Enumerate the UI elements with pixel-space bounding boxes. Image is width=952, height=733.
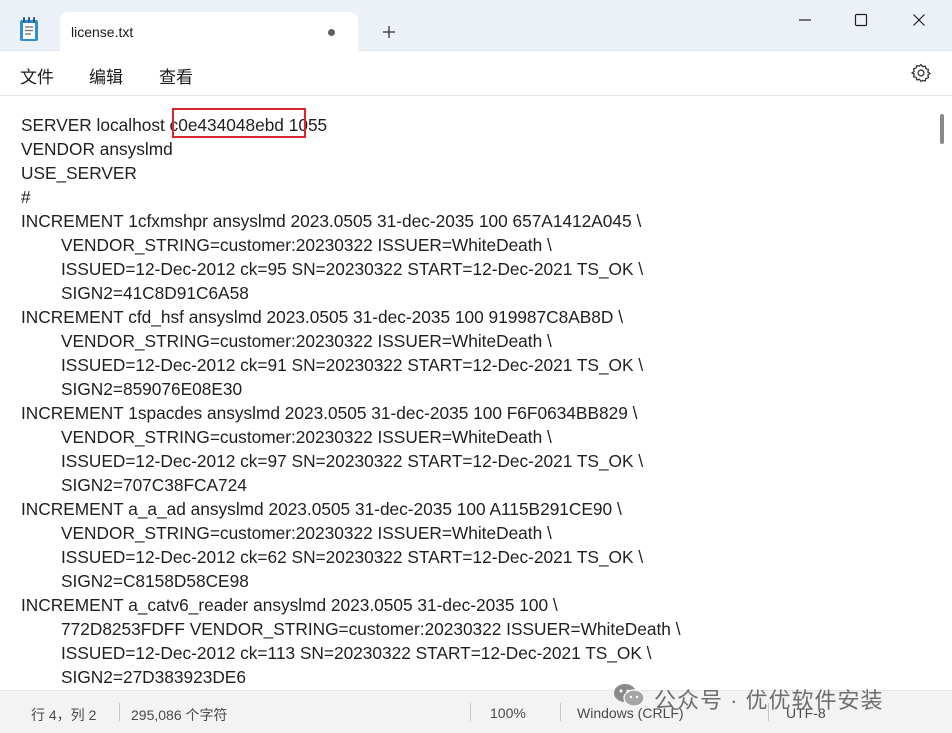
- hostname-highlight-box: [172, 108, 306, 138]
- editor-line[interactable]: VENDOR_STRING=customer:20230322 ISSUER=W…: [61, 521, 552, 545]
- unsaved-dot-icon[interactable]: [328, 29, 335, 36]
- gear-icon[interactable]: [910, 62, 932, 84]
- editor-line[interactable]: #: [21, 185, 31, 209]
- tab-title: license.txt: [71, 24, 134, 40]
- editor-line[interactable]: SIGN2=27D383923DE6: [61, 665, 246, 689]
- menu-edit[interactable]: 编辑: [89, 63, 123, 88]
- editor-line[interactable]: INCREMENT a_catv6_reader ansyslmd 2023.0…: [21, 593, 558, 617]
- maximize-icon: [854, 13, 868, 27]
- close-button[interactable]: [896, 0, 942, 40]
- watermark: 公众号 · 优优软件安装: [612, 678, 932, 713]
- editor-line[interactable]: INCREMENT cfd_hsf ansyslmd 2023.0505 31-…: [21, 305, 623, 329]
- editor-line[interactable]: ISSUED=12-Dec-2012 ck=91 SN=20230322 STA…: [61, 353, 643, 377]
- editor-line[interactable]: VENDOR_STRING=customer:20230322 ISSUER=W…: [61, 425, 552, 449]
- menu-view[interactable]: 查看: [159, 63, 193, 88]
- plus-icon: [383, 26, 395, 38]
- notepad-window: license.txt 文件 编辑 查看 SERVER localhost c0…: [0, 0, 952, 733]
- status-divider: [560, 703, 561, 721]
- editor-line[interactable]: SIGN2=707C38FCA724: [61, 473, 247, 497]
- editor-line[interactable]: INCREMENT 1spacdes ansyslmd 2023.0505 31…: [21, 401, 637, 425]
- new-tab-button[interactable]: [372, 18, 406, 48]
- status-divider: [470, 703, 471, 721]
- minimize-button[interactable]: [782, 0, 828, 40]
- character-count: 295,086 个字符: [131, 707, 228, 723]
- editor-line[interactable]: VENDOR_STRING=customer:20230322 ISSUER=W…: [61, 233, 552, 257]
- cursor-position: 行 4，列 2: [31, 707, 97, 723]
- text-editor[interactable]: SERVER localhost c0e434048ebd 1055 VENDOR…: [0, 96, 952, 690]
- editor-line[interactable]: USE_SERVER: [21, 161, 137, 185]
- tab-license-txt[interactable]: license.txt: [60, 12, 358, 52]
- menu-bar: 文件 编辑 查看: [0, 51, 952, 96]
- editor-line[interactable]: 772D8253FDFF VENDOR_STRING=customer:2023…: [61, 617, 681, 641]
- editor-line[interactable]: ISSUED=12-Dec-2012 ck=113 SN=20230322 ST…: [61, 641, 651, 665]
- editor-line[interactable]: ISSUED=12-Dec-2012 ck=97 SN=20230322 STA…: [61, 449, 643, 473]
- status-divider: [119, 703, 120, 721]
- editor-line[interactable]: VENDOR_STRING=customer:20230322 ISSUER=W…: [61, 329, 552, 353]
- editor-line[interactable]: ISSUED=12-Dec-2012 ck=62 SN=20230322 STA…: [61, 545, 643, 569]
- maximize-button[interactable]: [838, 0, 884, 40]
- notepad-icon: [20, 17, 38, 41]
- minimize-icon: [799, 19, 811, 21]
- editor-line[interactable]: INCREMENT 1cfxmshpr ansyslmd 2023.0505 3…: [21, 209, 641, 233]
- editor-line[interactable]: ISSUED=12-Dec-2012 ck=95 SN=20230322 STA…: [61, 257, 643, 281]
- editor-line[interactable]: SIGN2=C8158D58CE98: [61, 569, 249, 593]
- editor-line[interactable]: SIGN2=859076E08E30: [61, 377, 242, 401]
- close-icon: [913, 14, 925, 26]
- title-bar: license.txt: [0, 0, 952, 52]
- editor-line[interactable]: VENDOR ansyslmd: [21, 137, 173, 161]
- editor-line[interactable]: INCREMENT a_a_ad ansyslmd 2023.0505 31-d…: [21, 497, 622, 521]
- editor-line[interactable]: SIGN2=41C8D91C6A58: [61, 281, 249, 305]
- wechat-icon: [614, 684, 645, 707]
- menu-file[interactable]: 文件: [20, 63, 54, 88]
- vertical-scrollbar-thumb[interactable]: [940, 114, 944, 144]
- zoom-level[interactable]: 100%: [490, 705, 526, 721]
- watermark-text: 公众号 · 优优软件安装: [654, 688, 884, 713]
